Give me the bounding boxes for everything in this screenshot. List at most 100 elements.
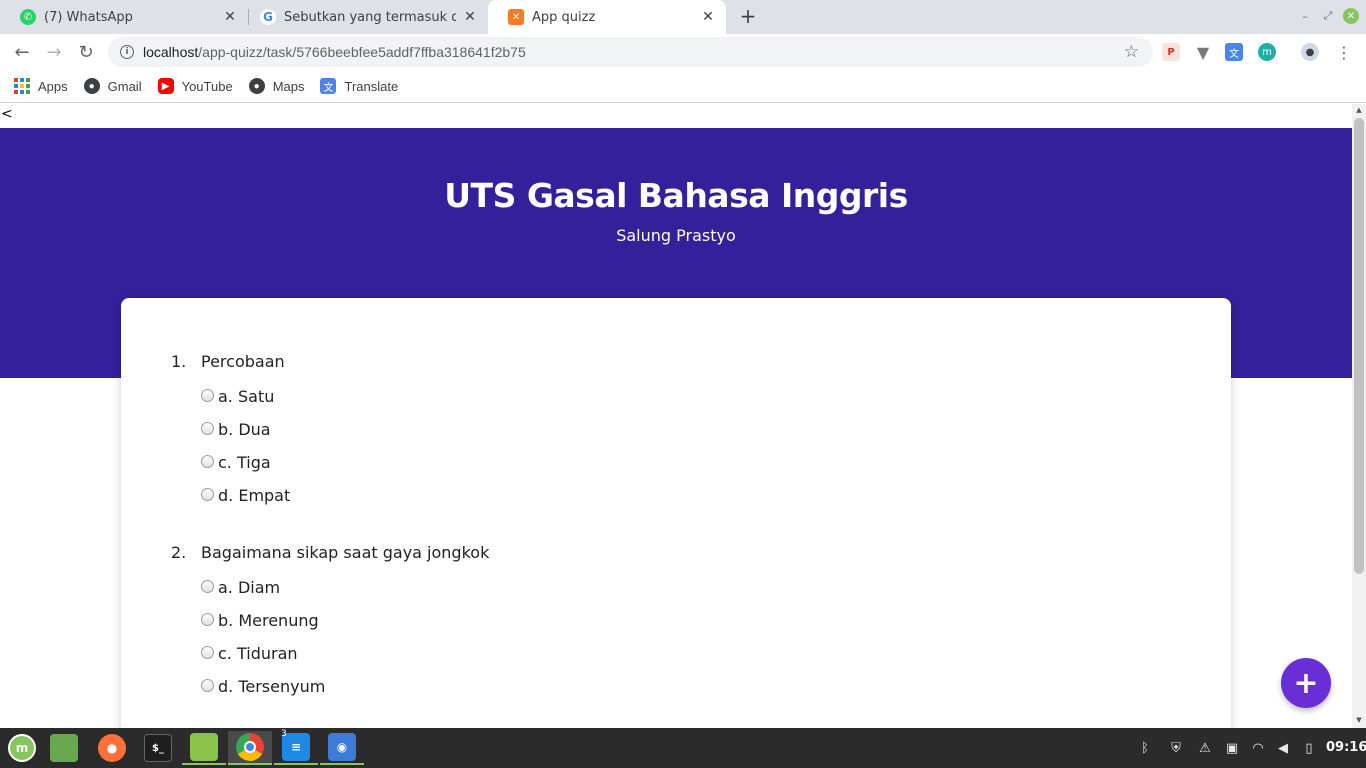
- radio-button[interactable]: [201, 487, 214, 501]
- tab-whatsapp[interactable]: ✆ (7) WhatsApp ✕: [0, 0, 248, 34]
- taskbar-screenshot[interactable]: ◉: [320, 731, 364, 765]
- radio-button[interactable]: [201, 678, 214, 692]
- scroll-up-icon[interactable]: ▲: [1355, 106, 1363, 114]
- option-label: d. Empat: [218, 486, 291, 505]
- bookmark-label: Gmail: [107, 78, 142, 94]
- option-d[interactable]: d. Empat: [201, 479, 290, 512]
- forward-arrow-icon[interactable]: →: [42, 40, 66, 64]
- tab-app-quizz[interactable]: ✕ App quizz ✕: [488, 0, 726, 34]
- folder-icon: [190, 733, 218, 761]
- google-translate-icon: 文: [320, 78, 337, 94]
- bookmark-gmail[interactable]: ● Gmail: [83, 78, 142, 94]
- tab-google-search[interactable]: G Sebutkan yang termasuk dala ✕: [240, 0, 488, 34]
- option-label: c. Tiga: [218, 453, 271, 472]
- apps-grid-icon: [14, 78, 30, 94]
- taskbar-files[interactable]: [182, 731, 226, 765]
- taskbar-firefox[interactable]: ●: [90, 731, 134, 765]
- bookmark-label: Translate: [344, 78, 399, 94]
- chrome-icon: [236, 733, 264, 761]
- terminal-icon: $_: [144, 734, 172, 762]
- clipboard-icon[interactable]: ▣: [1223, 738, 1241, 758]
- taskbar-terminal[interactable]: $_: [136, 731, 180, 765]
- wifi-icon[interactable]: ◠: [1249, 738, 1267, 758]
- scroll-down-icon[interactable]: ▼: [1355, 716, 1363, 724]
- bookmark-star-icon[interactable]: ☆: [1124, 42, 1139, 62]
- bookmark-apps[interactable]: Apps: [14, 78, 68, 94]
- pdf-extension-icon[interactable]: P: [1162, 43, 1180, 61]
- extension-m-icon[interactable]: m: [1258, 43, 1276, 61]
- battery-icon[interactable]: ▯: [1300, 738, 1318, 758]
- back-link[interactable]: <: [1, 106, 13, 122]
- url-host: localhost: [143, 44, 199, 60]
- tab-close-icon[interactable]: ✕: [462, 9, 478, 25]
- option-d[interactable]: d. Tersenyum: [201, 670, 489, 703]
- menu-kebab-icon[interactable]: ⋮: [1335, 43, 1353, 62]
- desktop-icon: [50, 734, 78, 762]
- update-shield-icon[interactable]: ⛨: [1167, 738, 1185, 758]
- option-label: b. Merenung: [218, 611, 319, 630]
- bookmark-label: Maps: [272, 78, 305, 94]
- globe-icon: ●: [83, 78, 100, 94]
- page-title: UTS Gasal Bahasa Inggris: [444, 176, 908, 215]
- radio-button[interactable]: [201, 612, 214, 626]
- scrollbar-thumb[interactable]: [1354, 118, 1364, 574]
- page-scrollbar[interactable]: ▲ ▼: [1352, 104, 1366, 728]
- volume-icon[interactable]: ◀: [1274, 738, 1292, 758]
- bookmark-youtube[interactable]: ▶ YouTube: [157, 78, 233, 94]
- page-viewport: < UTS Gasal Bahasa Inggris Salung Prasty…: [0, 104, 1352, 728]
- option-b[interactable]: b. Dua: [201, 413, 290, 446]
- options-list: a. Diam b. Merenung c. Tiduran d. Tersen…: [171, 571, 489, 703]
- option-label: a. Satu: [218, 387, 275, 406]
- tab-close-icon[interactable]: ✕: [700, 9, 716, 25]
- google-icon: G: [260, 9, 276, 25]
- warning-icon[interactable]: ⚠: [1196, 738, 1214, 758]
- bookmark-maps[interactable]: ● Maps: [248, 78, 305, 94]
- firefox-icon: ●: [98, 734, 126, 762]
- option-label: d. Tersenyum: [218, 677, 326, 696]
- option-a[interactable]: a. Satu: [201, 380, 290, 413]
- new-tab-button[interactable]: +: [737, 4, 759, 28]
- taskbar-show-desktop[interactable]: [42, 731, 86, 765]
- radio-button[interactable]: [201, 454, 214, 468]
- bookmark-translate[interactable]: 文 Translate: [320, 78, 398, 94]
- address-bar[interactable]: i localhost/app-quizz/task/5766beebfee5a…: [108, 37, 1153, 67]
- minimize-icon[interactable]: –: [1297, 8, 1313, 24]
- info-icon[interactable]: i: [120, 45, 134, 59]
- question-text: Bagaimana sikap saat gaya jongkok: [201, 542, 490, 562]
- youtube-icon: ▶: [157, 78, 174, 94]
- bluetooth-icon[interactable]: ᛒ: [1136, 738, 1154, 758]
- radio-button[interactable]: [201, 645, 214, 659]
- tab-title: Sebutkan yang termasuk dala: [284, 9, 456, 25]
- back-arrow-icon[interactable]: ←: [10, 40, 34, 64]
- bookmarks-bar: Apps ● Gmail ▶ YouTube ● Maps 文 Translat…: [0, 70, 1366, 103]
- options-list: a. Satu b. Dua c. Tiga d. Empat: [171, 380, 290, 512]
- reload-icon[interactable]: ↻: [74, 40, 98, 64]
- camera-icon: ◉: [328, 733, 356, 761]
- option-c[interactable]: c. Tiga: [201, 446, 290, 479]
- window-close-icon[interactable]: ✕: [1343, 8, 1359, 24]
- option-c[interactable]: c. Tiduran: [201, 637, 489, 670]
- maximize-icon[interactable]: ⤢: [1320, 8, 1336, 24]
- system-clock[interactable]: 09:16: [1326, 740, 1366, 755]
- globe-icon: ●: [248, 78, 265, 94]
- option-b[interactable]: b. Merenung: [201, 604, 489, 637]
- quiz-card: 1. Percobaan a. Satu b. Dua c. Tiga d. E…: [121, 298, 1231, 728]
- window-count-badge: 3: [281, 729, 287, 739]
- option-a[interactable]: a. Diam: [201, 571, 489, 604]
- question-text: Percobaan: [201, 351, 285, 371]
- radio-button[interactable]: [201, 421, 214, 435]
- page-subtitle: Salung Prastyo: [616, 226, 736, 245]
- add-button[interactable]: +: [1281, 658, 1331, 708]
- vue-devtools-icon[interactable]: ▼: [1194, 43, 1212, 62]
- url-text[interactable]: localhost/app-quizz/task/5766beebfee5add…: [143, 44, 526, 60]
- profile-avatar[interactable]: ●: [1301, 43, 1319, 61]
- google-translate-icon[interactable]: 文: [1225, 43, 1243, 61]
- tab-close-icon[interactable]: ✕: [222, 9, 238, 25]
- question-1: 1. Percobaan a. Satu b. Dua c. Tiga d. E…: [171, 350, 290, 512]
- radio-button[interactable]: [201, 579, 214, 593]
- taskbar-chrome[interactable]: [228, 731, 272, 765]
- radio-button[interactable]: [201, 388, 214, 402]
- linux-mint-icon: m: [8, 734, 36, 762]
- mint-menu-button[interactable]: m: [0, 731, 44, 765]
- option-label: a. Diam: [218, 578, 281, 597]
